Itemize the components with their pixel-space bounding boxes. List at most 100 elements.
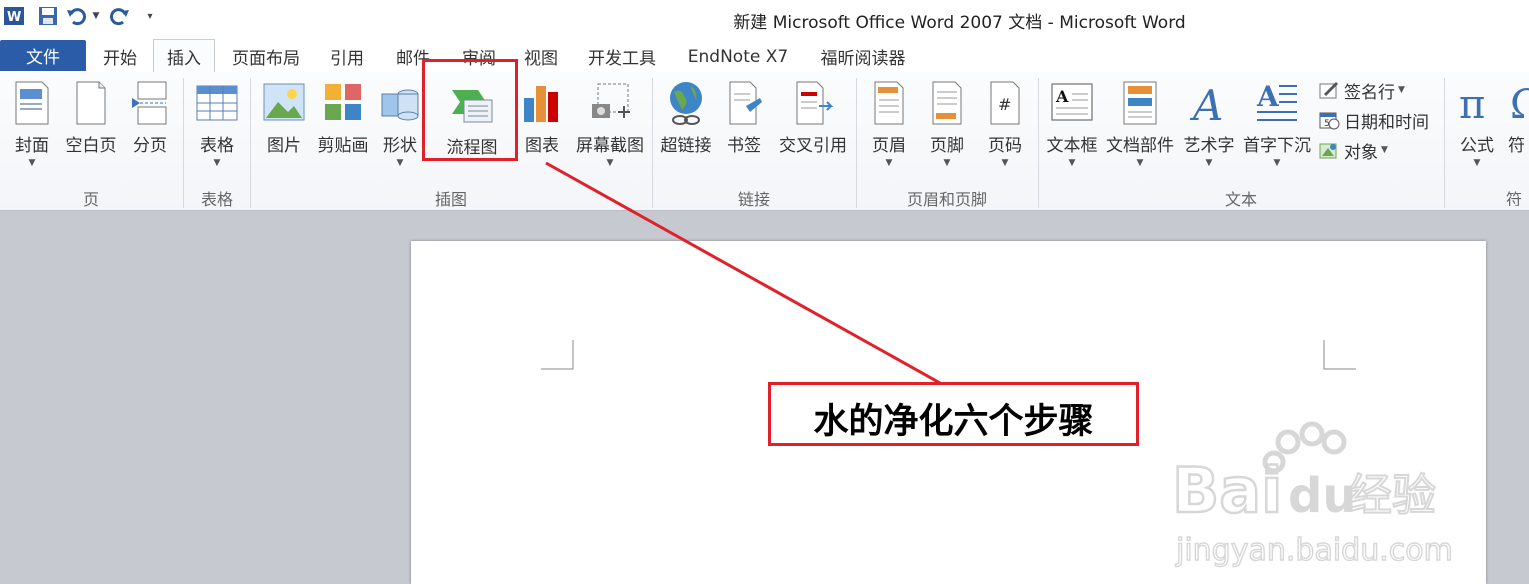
group-label-symbols: 符 <box>1506 190 1523 206</box>
picture-label: 图片 <box>267 136 301 156</box>
symbol-button[interactable]: Ω 符 <box>1508 76 1529 180</box>
group-label-page: 页 <box>82 190 99 209</box>
watermark-brand2: du <box>1288 468 1357 524</box>
wordart-icon: A <box>1189 81 1223 126</box>
drop-cap-icon: A <box>1256 80 1297 121</box>
calendar-clock-icon: 5 <box>1319 112 1340 130</box>
cross-reference-button[interactable]: 交叉引用 <box>774 76 852 180</box>
equation-label: 公式 <box>1460 136 1494 156</box>
tab-page-layout[interactable]: 页面布局 <box>222 41 310 72</box>
screenshot-label: 屏幕截图 <box>576 136 644 156</box>
group-label-illustrations: 插图 <box>434 190 467 209</box>
chevron-down-icon: ▼ <box>396 158 404 168</box>
page-break-button[interactable]: 分页 <box>122 76 178 180</box>
chevron-down-icon: ▼ <box>1001 158 1009 168</box>
text-box-icon: A <box>1051 83 1093 121</box>
screenshot-icon <box>592 83 630 118</box>
shapes-button[interactable]: 形状 ▼ <box>374 76 426 180</box>
omega-icon: Ω <box>1510 82 1529 126</box>
group-separator <box>1444 78 1445 208</box>
blank-page-icon <box>76 81 106 125</box>
table-label: 表格 <box>200 136 234 156</box>
header-button[interactable]: 页眉 ▼ <box>862 76 916 180</box>
wordart-label: 艺术字 <box>1183 136 1235 156</box>
text-box-button[interactable]: A 文本框 ▼ <box>1044 76 1100 180</box>
group-label-header-footer: 页眉和页脚 <box>906 190 987 209</box>
picture-button[interactable]: 图片 <box>256 76 312 180</box>
crop-mark-top-right <box>1323 340 1356 370</box>
group-label-table: 表格 <box>200 190 233 209</box>
text-box-label: 文本框 <box>1046 136 1098 156</box>
chevron-down-icon: ▼ <box>1473 158 1481 168</box>
signature-pen-icon <box>1319 82 1338 99</box>
cross-reference-label: 交叉引用 <box>779 136 847 156</box>
page-number-button[interactable]: # 页码 ▼ <box>978 76 1032 180</box>
quick-parts-button[interactable]: 文档部件 ▼ <box>1104 76 1176 180</box>
bookmark-button[interactable]: 书签 <box>718 76 770 180</box>
svg-text:A: A <box>1055 87 1069 106</box>
footer-button[interactable]: 页脚 ▼ <box>920 76 974 180</box>
clip-art-button[interactable]: 剪贴画 <box>314 76 372 180</box>
page-break-label: 分页 <box>133 136 167 156</box>
quick-parts-icon <box>1123 81 1157 125</box>
date-time-button[interactable]: 5 日期和时间 <box>1318 108 1429 133</box>
tab-developer[interactable]: 开发工具 <box>576 41 668 72</box>
svg-text:Ω: Ω <box>1510 82 1529 126</box>
signature-line-label: 签名行 <box>1344 82 1395 103</box>
tab-references[interactable]: 引用 <box>318 41 376 72</box>
equation-button[interactable]: π 公式 ▼ <box>1450 76 1504 180</box>
chart-button[interactable]: 图表 <box>518 76 566 180</box>
wordart-button[interactable]: A 艺术字 ▼ <box>1180 76 1238 180</box>
chevron-down-icon: ▼ <box>1273 158 1281 168</box>
screenshot-button[interactable]: 屏幕截图 ▼ <box>570 76 650 180</box>
quick-parts-label: 文档部件 <box>1106 136 1174 156</box>
svg-text:#: # <box>998 95 1011 114</box>
tab-file[interactable]: 文件 <box>0 40 86 71</box>
shapes-icon <box>381 89 419 121</box>
footer-label: 页脚 <box>930 136 964 156</box>
cover-page-button[interactable]: 封面 ▼ <box>4 76 60 180</box>
blank-page-label: 空白页 <box>65 136 117 156</box>
group-label-text: 文本 <box>1224 190 1257 209</box>
watermark-brand: Bai <box>1172 454 1282 527</box>
tab-view[interactable]: 视图 <box>512 41 570 72</box>
crop-mark-top-left <box>541 340 574 370</box>
cover-page-label: 封面 <box>15 136 49 156</box>
document-headline[interactable]: 水的净化六个步骤 <box>771 393 1136 444</box>
chevron-down-icon: ▼ <box>943 158 951 168</box>
tab-foxit-reader[interactable]: 福昕阅读器 <box>808 41 918 72</box>
chevron-down-icon: ▼ <box>213 158 221 168</box>
tab-home[interactable]: 开始 <box>92 41 148 72</box>
blank-page-button[interactable]: 空白页 <box>62 76 120 180</box>
baidu-jingyan-watermark: Bai du 经验 jingyan.baidu.com <box>1171 421 1454 569</box>
bookmark-label: 书签 <box>727 136 761 156</box>
drop-cap-button[interactable]: A 首字下沉 ▼ <box>1240 76 1314 180</box>
chevron-down-icon: ▼ <box>1381 145 1388 155</box>
tab-endnote[interactable]: EndNote X7 <box>676 41 800 72</box>
chevron-down-icon: ▼ <box>1068 158 1076 168</box>
cover-page-icon <box>15 81 49 125</box>
page-break-icon <box>132 81 167 125</box>
annotation-highlight-box <box>422 59 518 161</box>
svg-text:A: A <box>1256 80 1280 113</box>
bookmark-icon <box>729 81 762 125</box>
object-icon <box>1319 143 1337 159</box>
signature-line-button[interactable]: 签名行 ▼ <box>1318 78 1405 103</box>
tab-insert[interactable]: 插入 <box>153 39 215 72</box>
group-label-links: 链接 <box>737 190 770 209</box>
chevron-down-icon: ▼ <box>28 158 36 168</box>
pi-icon: π <box>1459 82 1485 126</box>
table-button[interactable]: 表格 ▼ <box>188 76 246 180</box>
chevron-down-icon: ▼ <box>606 158 614 168</box>
header-label: 页眉 <box>872 136 906 156</box>
globe-link-icon <box>670 82 702 125</box>
annotation-headline-box: 水的净化六个步骤 <box>768 382 1139 446</box>
page-number-icon: # <box>990 81 1020 125</box>
shapes-label: 形状 <box>383 136 417 156</box>
hyperlink-button[interactable]: 超链接 <box>656 76 716 180</box>
footer-icon <box>932 81 962 125</box>
object-button[interactable]: 对象 ▼ <box>1318 138 1388 163</box>
table-icon <box>196 85 238 121</box>
chart-icon <box>524 86 558 122</box>
svg-text:π: π <box>1459 82 1485 126</box>
